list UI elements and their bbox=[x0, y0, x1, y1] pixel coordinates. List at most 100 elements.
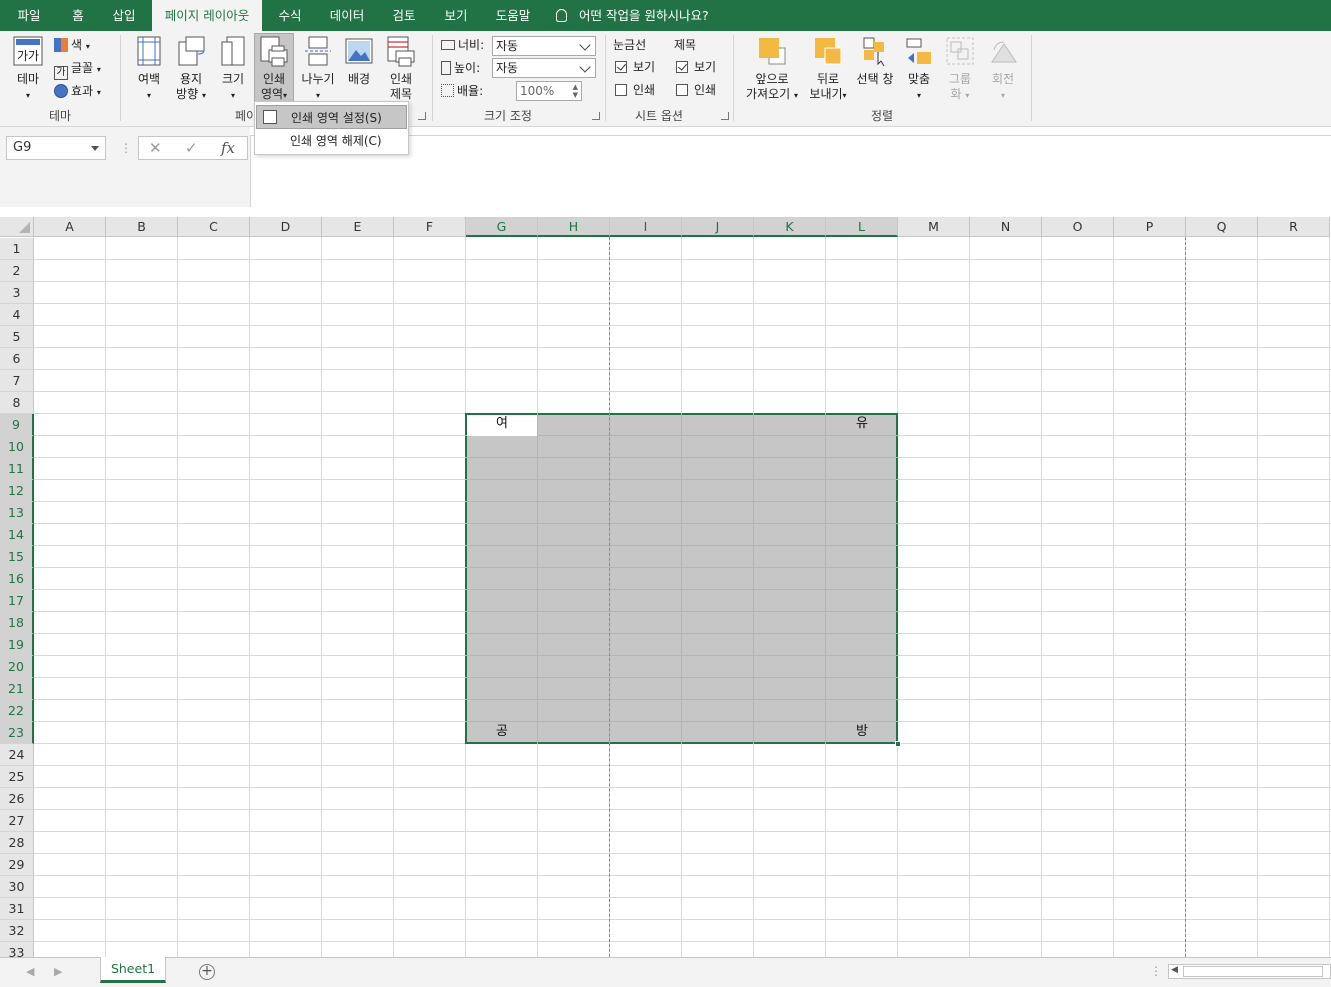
background-button[interactable]: 배경 bbox=[342, 36, 376, 87]
rotate-button[interactable]: 회전 ▾ bbox=[984, 36, 1022, 103]
clear-print-area-menu-item[interactable]: 인쇄 영역 해제(C) bbox=[256, 129, 407, 153]
scale-spinner[interactable]: 100% ▲ ▼ bbox=[516, 81, 582, 101]
row-header-21[interactable]: 21 bbox=[0, 678, 34, 700]
row-header-31[interactable]: 31 bbox=[0, 898, 34, 920]
print-titles-button[interactable]: 인쇄 제목 bbox=[382, 36, 420, 102]
theme-effects-button[interactable]: 효과 ▾ bbox=[54, 83, 101, 101]
column-header-h[interactable]: H bbox=[538, 217, 610, 237]
worksheet-grid[interactable]: A B C D E F G H I J K L M N O P Q R 1 2 3 4 5 6 7 8 9 10 11 12 13 14 15 1… bbox=[0, 207, 1331, 957]
row-header-33[interactable]: 33 bbox=[0, 942, 34, 957]
column-header-m[interactable]: M bbox=[898, 217, 970, 237]
select-all-button[interactable] bbox=[0, 217, 34, 237]
row-header-29[interactable]: 29 bbox=[0, 854, 34, 876]
row-header-22[interactable]: 22 bbox=[0, 700, 34, 722]
row-header-3[interactable]: 3 bbox=[0, 282, 34, 304]
row-header-27[interactable]: 27 bbox=[0, 810, 34, 832]
column-header-a[interactable]: A bbox=[34, 217, 106, 237]
column-header-p[interactable]: P bbox=[1114, 217, 1186, 237]
cell-g9[interactable]: 여 bbox=[466, 413, 538, 435]
themes-button[interactable]: 가가 테마 ▾ bbox=[10, 36, 46, 103]
column-header-i[interactable]: I bbox=[610, 217, 682, 237]
scale-to-fit-launcher-icon[interactable] bbox=[592, 112, 600, 120]
theme-fonts-button[interactable]: 가 글꼴 ▾ bbox=[54, 60, 101, 80]
theme-colors-button[interactable]: 색 ▾ bbox=[54, 37, 90, 55]
column-header-b[interactable]: B bbox=[106, 217, 178, 237]
column-header-n[interactable]: N bbox=[970, 217, 1042, 237]
tab-help[interactable]: 도움말 bbox=[486, 0, 540, 31]
sheet-options-launcher-icon[interactable] bbox=[721, 112, 729, 120]
row-header-28[interactable]: 28 bbox=[0, 832, 34, 854]
row-header-14[interactable]: 14 bbox=[0, 524, 34, 546]
tab-formulas[interactable]: 수식 bbox=[268, 0, 312, 31]
row-header-1[interactable]: 1 bbox=[0, 238, 34, 260]
size-button[interactable]: 크기 ▾ bbox=[216, 36, 250, 103]
row-header-9[interactable]: 9 bbox=[0, 414, 34, 436]
row-header-12[interactable]: 12 bbox=[0, 480, 34, 502]
column-header-j[interactable]: J bbox=[682, 217, 754, 237]
row-header-16[interactable]: 16 bbox=[0, 568, 34, 590]
column-header-k[interactable]: K bbox=[754, 217, 826, 237]
tab-home[interactable]: 홈 bbox=[60, 0, 96, 31]
row-header-2[interactable]: 2 bbox=[0, 260, 34, 282]
spin-down-icon[interactable]: ▼ bbox=[573, 91, 578, 99]
column-header-d[interactable]: D bbox=[250, 217, 322, 237]
tab-page-layout[interactable]: 페이지 레이아웃 bbox=[152, 0, 262, 31]
row-header-20[interactable]: 20 bbox=[0, 656, 34, 678]
scroll-left-icon[interactable]: ◀ bbox=[1171, 965, 1178, 975]
row-header-25[interactable]: 25 bbox=[0, 766, 34, 788]
page-setup-launcher-icon[interactable] bbox=[418, 112, 426, 120]
tab-insert[interactable]: 삽입 bbox=[100, 0, 148, 31]
row-header-4[interactable]: 4 bbox=[0, 304, 34, 326]
tab-data[interactable]: 데이터 bbox=[320, 0, 374, 31]
row-header-10[interactable]: 10 bbox=[0, 436, 34, 458]
group-button[interactable]: 그룹 화 ▾ bbox=[942, 36, 978, 103]
headings-print-checkbox[interactable]: 인쇄 bbox=[676, 82, 716, 98]
formula-bar-drag-handle[interactable]: ⋮ bbox=[120, 141, 132, 155]
align-button[interactable]: 맞춤 ▾ bbox=[902, 36, 936, 103]
row-header-19[interactable]: 19 bbox=[0, 634, 34, 656]
orientation-button[interactable]: 용지 방향 ▾ bbox=[171, 36, 211, 103]
tell-me-box[interactable]: 어떤 작업을 원하시나요? bbox=[556, 0, 709, 31]
insert-function-icon[interactable]: fx bbox=[221, 139, 235, 157]
scroll-thumb[interactable] bbox=[1183, 966, 1323, 977]
column-header-f[interactable]: F bbox=[394, 217, 466, 237]
row-header-30[interactable]: 30 bbox=[0, 876, 34, 898]
row-header-11[interactable]: 11 bbox=[0, 458, 34, 480]
spin-up-icon[interactable]: ▲ bbox=[573, 83, 578, 91]
width-select[interactable]: 자동 bbox=[492, 36, 596, 56]
row-header-26[interactable]: 26 bbox=[0, 788, 34, 810]
column-header-r[interactable]: R bbox=[1258, 217, 1330, 237]
cell-l9[interactable]: 유 bbox=[826, 413, 898, 435]
cell-g23[interactable]: 공 bbox=[466, 721, 538, 743]
height-select[interactable]: 자동 bbox=[492, 58, 596, 78]
row-header-5[interactable]: 5 bbox=[0, 326, 34, 348]
gridlines-view-checkbox[interactable]: 보기 bbox=[615, 59, 655, 75]
column-header-l[interactable]: L bbox=[826, 217, 898, 237]
headings-view-checkbox[interactable]: 보기 bbox=[676, 59, 716, 75]
tab-file[interactable]: 파일 bbox=[5, 0, 53, 31]
horizontal-scrollbar[interactable]: ◀ bbox=[1168, 964, 1331, 979]
row-header-13[interactable]: 13 bbox=[0, 502, 34, 524]
row-header-6[interactable]: 6 bbox=[0, 348, 34, 370]
chevron-down-icon[interactable] bbox=[91, 146, 99, 151]
tab-split-handle[interactable]: ⋮ bbox=[1150, 964, 1162, 978]
cancel-icon[interactable]: ✕ bbox=[149, 139, 162, 157]
row-header-17[interactable]: 17 bbox=[0, 590, 34, 612]
send-backward-button[interactable]: 뒤로 보내기▾ bbox=[804, 36, 852, 103]
row-header-15[interactable]: 15 bbox=[0, 546, 34, 568]
scroll-tabs-right-icon[interactable]: ▶ bbox=[54, 965, 62, 978]
row-header-8[interactable]: 8 bbox=[0, 392, 34, 414]
sheet-tab-sheet1[interactable]: Sheet1 bbox=[100, 957, 166, 983]
row-header-23[interactable]: 23 bbox=[0, 722, 34, 744]
cell-l23[interactable]: 방 bbox=[826, 721, 898, 743]
margins-button[interactable]: 여백 ▾ bbox=[130, 36, 168, 103]
formula-input[interactable] bbox=[250, 135, 1331, 207]
gridlines-print-checkbox[interactable]: 인쇄 bbox=[615, 82, 655, 98]
add-sheet-icon[interactable]: + bbox=[199, 964, 215, 980]
row-header-7[interactable]: 7 bbox=[0, 370, 34, 392]
tab-view[interactable]: 보기 bbox=[434, 0, 478, 31]
row-header-32[interactable]: 32 bbox=[0, 920, 34, 942]
set-print-area-menu-item[interactable]: 인쇄 영역 설정(S) bbox=[256, 105, 407, 129]
print-area-button[interactable]: 인쇄 영역▾ bbox=[254, 36, 294, 103]
column-header-o[interactable]: O bbox=[1042, 217, 1114, 237]
